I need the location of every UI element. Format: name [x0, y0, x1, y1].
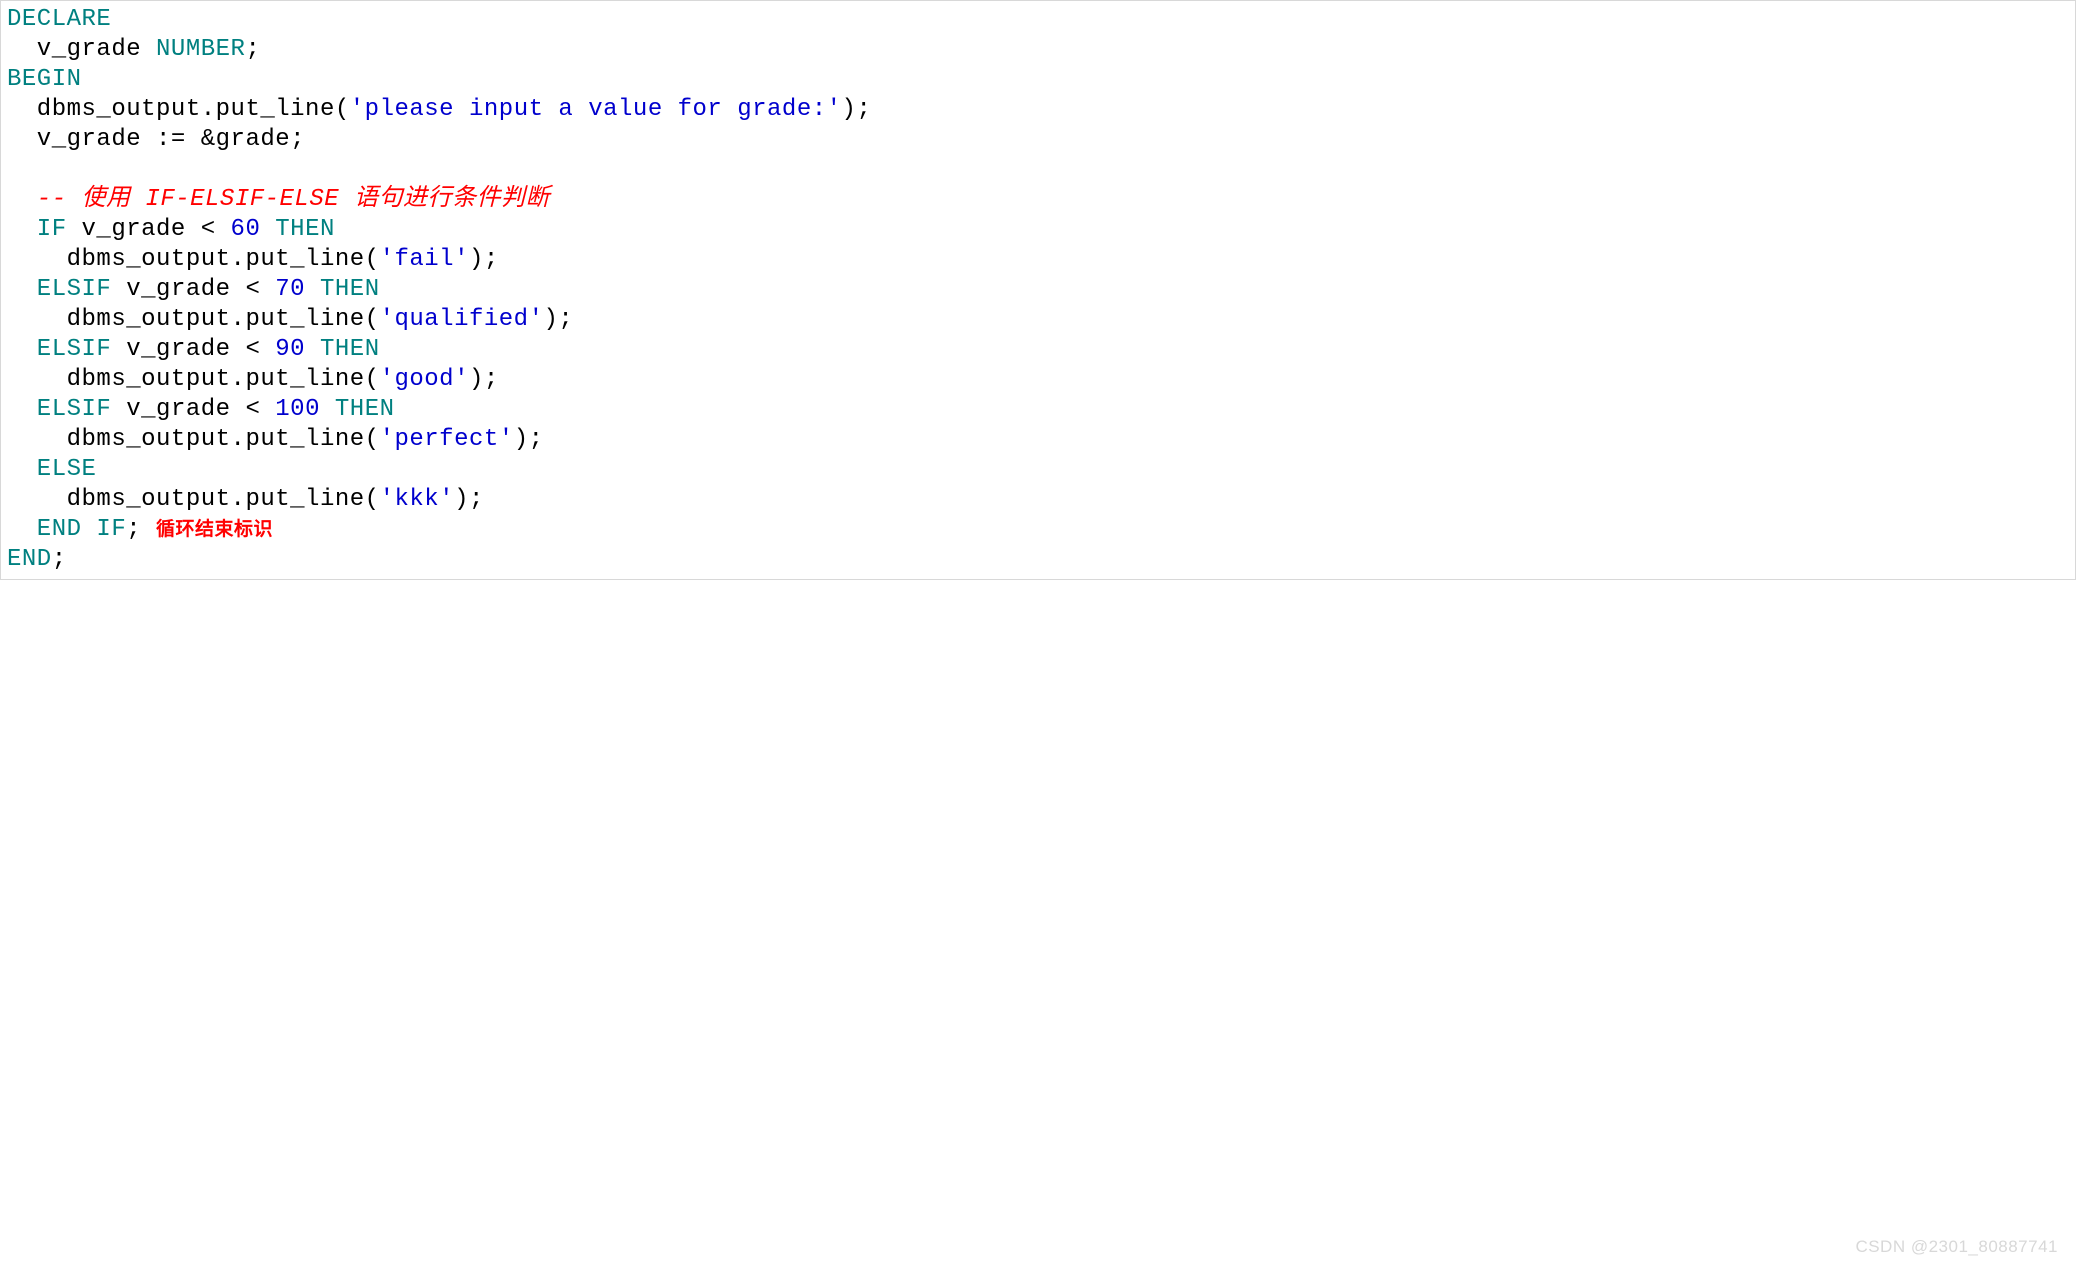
number-90: 90 [275, 336, 305, 363]
keyword-elsif: ELSIF [7, 336, 111, 363]
string-literal: 'good' [380, 366, 469, 393]
number-70: 70 [275, 276, 305, 303]
call-putline: dbms_output.put_line( [7, 96, 350, 123]
paren-close: ); [469, 366, 499, 393]
keyword-if: IF [7, 216, 67, 243]
keyword-number: NUMBER [156, 36, 245, 63]
string-literal: 'kkk' [380, 486, 455, 513]
keyword-then: THEN [260, 216, 335, 243]
keyword-else: ELSE [7, 456, 96, 483]
string-literal: 'perfect' [380, 426, 514, 453]
keyword-begin: BEGIN [7, 66, 82, 93]
semicolon: ; [126, 516, 156, 543]
string-literal: 'qualified' [380, 306, 544, 333]
paren-close: ); [514, 426, 544, 453]
watermark-text: CSDN @2301_80887741 [1855, 1237, 2058, 1257]
cond-expr: v_grade < [111, 276, 275, 303]
var-decl: v_grade [7, 36, 156, 63]
number-100: 100 [275, 396, 320, 423]
number-60: 60 [231, 216, 261, 243]
annotation-text: 循环结束标识 [156, 519, 273, 540]
keyword-elsif: ELSIF [7, 396, 111, 423]
keyword-if: IF [82, 516, 127, 543]
paren-close: ); [842, 96, 872, 123]
paren-close: ); [469, 246, 499, 273]
call-putline: dbms_output.put_line( [7, 366, 380, 393]
assign-grade: v_grade := &grade; [7, 126, 305, 153]
cond-expr: v_grade < [111, 336, 275, 363]
keyword-end: END [7, 546, 52, 573]
cond-expr: v_grade < [111, 396, 275, 423]
call-putline: dbms_output.put_line( [7, 246, 380, 273]
keyword-then: THEN [305, 336, 380, 363]
call-putline: dbms_output.put_line( [7, 306, 380, 333]
string-literal: 'fail' [380, 246, 469, 273]
call-putline: dbms_output.put_line( [7, 486, 380, 513]
keyword-end: END [7, 516, 82, 543]
call-putline: dbms_output.put_line( [7, 426, 380, 453]
string-literal: 'please input a value for grade:' [350, 96, 842, 123]
semicolon: ; [245, 36, 260, 63]
keyword-then: THEN [305, 276, 380, 303]
code-block: DECLARE v_grade NUMBER; BEGIN dbms_outpu… [0, 0, 2076, 580]
keyword-elsif: ELSIF [7, 276, 111, 303]
semicolon: ; [52, 546, 67, 573]
keyword-declare: DECLARE [7, 6, 111, 33]
cond-expr: v_grade < [67, 216, 231, 243]
comment-line: -- 使用 IF-ELSIF-ELSE 语句进行条件判断 [7, 186, 550, 213]
keyword-then: THEN [320, 396, 395, 423]
paren-close: ); [544, 306, 574, 333]
paren-close: ); [454, 486, 484, 513]
